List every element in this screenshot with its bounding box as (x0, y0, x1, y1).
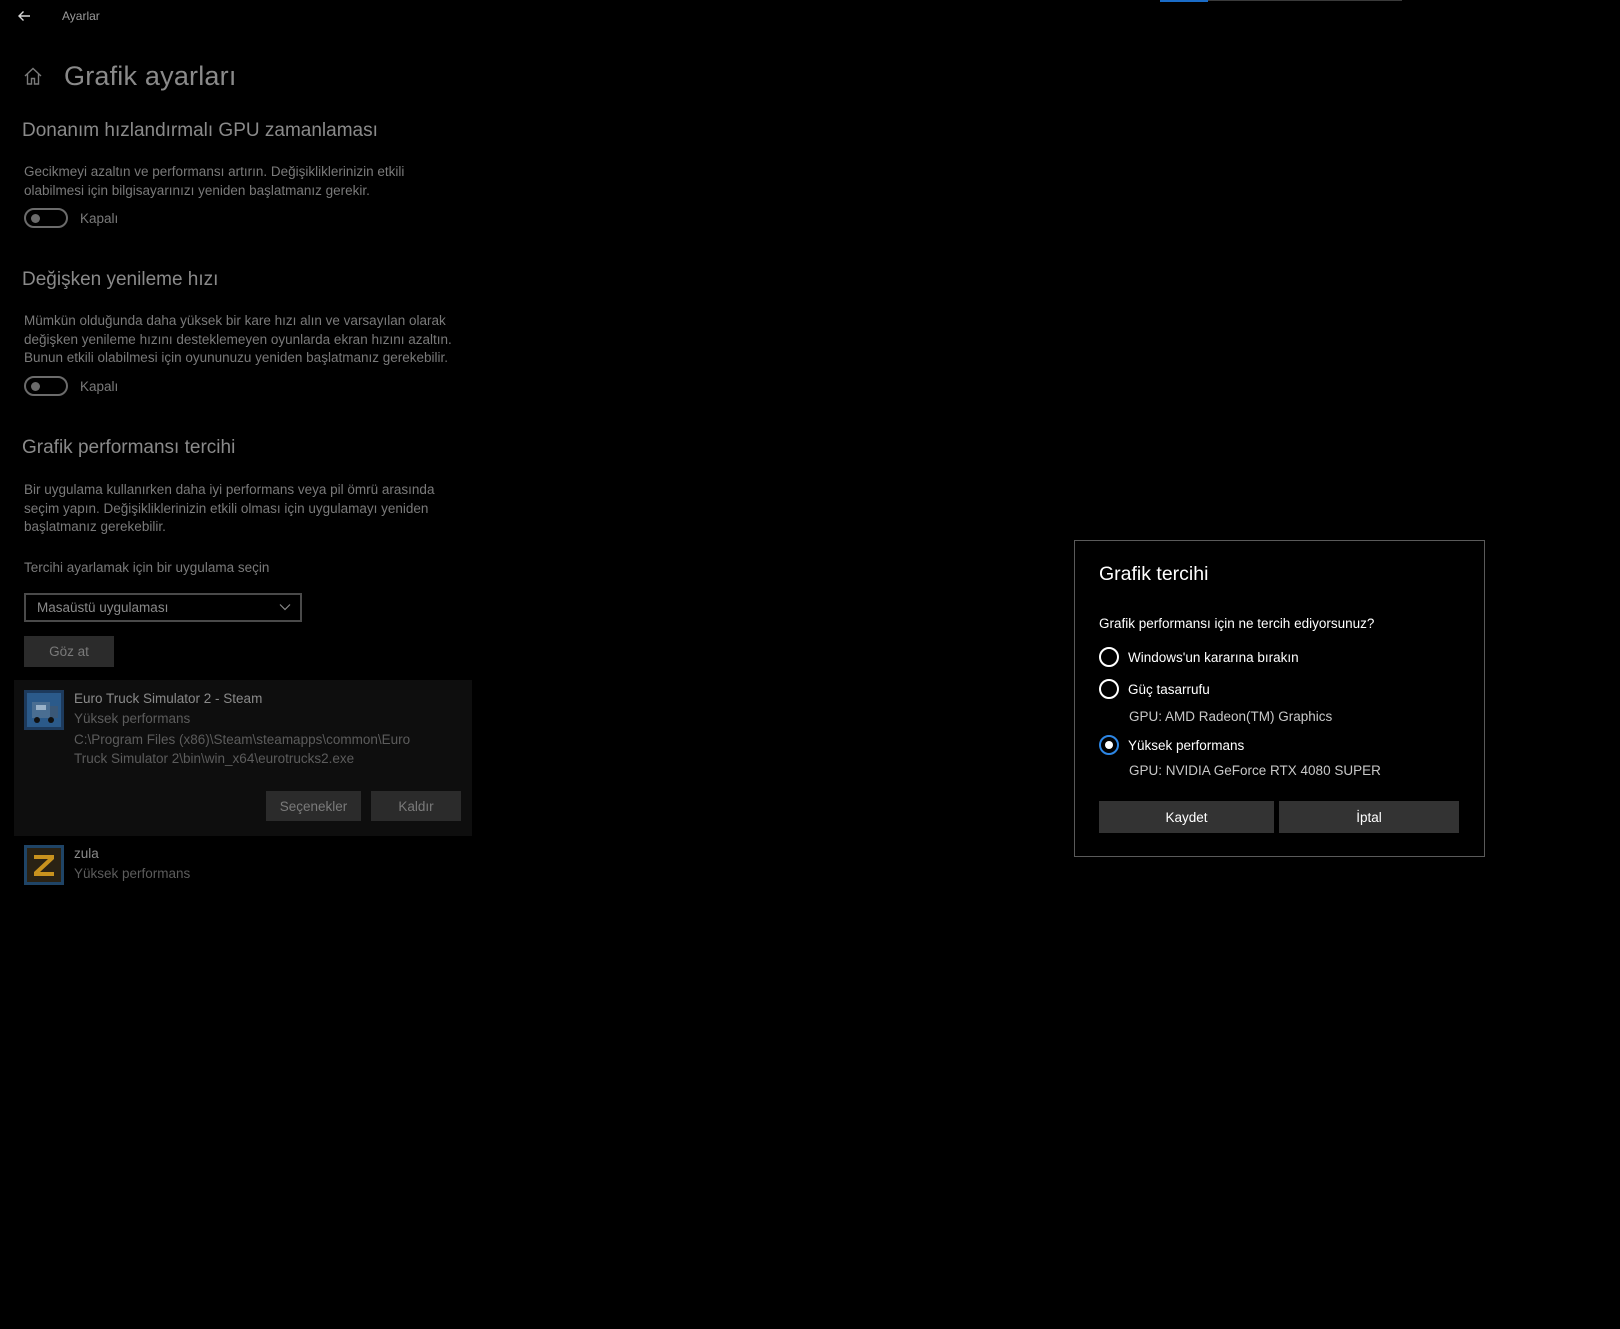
radio-let-windows-decide[interactable]: Windows'un kararına bırakın (1099, 647, 1299, 667)
variable-refresh-title: Değişken yenileme hızı (22, 269, 219, 290)
app-preference: Yüksek performans (74, 711, 191, 726)
app-path: C:\Program Files (x86)\Steam\steamapps\c… (74, 732, 411, 766)
top-divider (1208, 0, 1402, 1)
gpu-scheduling-toggle[interactable] (24, 208, 68, 228)
gpu-scheduling-title: Donanım hızlandırmalı GPU zamanlaması (22, 120, 378, 141)
gpu-scheduling-toggle-row: Kapalı (24, 208, 118, 228)
chevron-down-icon (279, 604, 291, 611)
app-card-eurotruck[interactable]: Euro Truck Simulator 2 - Steam Yüksek pe… (14, 680, 472, 836)
gpu-scheduling-toggle-label: Kapalı (80, 210, 119, 226)
graphics-preference-dialog: Grafik tercihi Grafik performansı için n… (1074, 540, 1485, 857)
high-performance-gpu: GPU: NVIDIA GeForce RTX 4080 SUPER (1129, 763, 1381, 778)
browse-button[interactable]: Göz at (24, 636, 114, 667)
dialog-question: Grafik performansı için ne tercih ediyor… (1099, 616, 1375, 631)
app-item-zula[interactable]: zula Yüksek performans (14, 840, 472, 890)
power-saving-gpu: GPU: AMD Radeon(TM) Graphics (1129, 709, 1333, 724)
toggle-knob (31, 382, 40, 391)
app-select-label: Tercihi ayarlamak için bir uygulama seçi… (24, 560, 270, 575)
dialog-title: Grafik tercihi (1099, 563, 1209, 585)
radio-high-performance[interactable]: Yüksek performans (1099, 735, 1244, 755)
save-button[interactable]: Kaydet (1099, 801, 1274, 833)
euro-truck-app-icon (24, 690, 64, 730)
toggle-knob (31, 214, 40, 223)
app-type-select[interactable]: Masaüstü uygulaması (24, 593, 302, 622)
graphics-preference-description: Bir uygulama kullanırken daha iyi perfor… (24, 482, 435, 534)
back-button[interactable] (10, 4, 38, 28)
top-accent-bar (1160, 0, 1208, 2)
page-header: Grafik ayarları (22, 56, 237, 96)
settings-window: Ayarlar Grafik ayarları Donanım hızlandı… (0, 0, 1620, 1329)
graphics-preference-title: Grafik performansı tercihi (22, 437, 236, 458)
remove-button[interactable]: Kaldır (371, 791, 461, 821)
radio-power-saving[interactable]: Güç tasarrufu (1099, 679, 1210, 699)
radio-button-checked[interactable] (1099, 735, 1119, 755)
variable-refresh-toggle-label: Kapalı (80, 378, 119, 394)
radio-button[interactable] (1099, 647, 1119, 667)
variable-refresh-description: Mümkün olduğunda daha yüksek bir kare hı… (24, 313, 452, 365)
variable-refresh-toggle[interactable] (24, 376, 68, 396)
radio-label: Güç tasarrufu (1128, 681, 1210, 697)
title-bar: Ayarlar (0, 0, 1620, 32)
page-title: Grafik ayarları (64, 60, 237, 91)
home-icon[interactable] (22, 65, 44, 87)
radio-button[interactable] (1099, 679, 1119, 699)
radio-label: Windows'un kararına bırakın (1128, 649, 1299, 665)
radio-label: Yüksek performans (1128, 737, 1245, 753)
options-button[interactable]: Seçenekler (266, 791, 361, 821)
variable-refresh-toggle-row: Kapalı (24, 376, 118, 396)
app-type-select-value: Masaüstü uygulaması (37, 600, 169, 615)
app-name: zula (74, 846, 99, 861)
gpu-scheduling-description: Gecikmeyi azaltın ve performansı artırın… (24, 164, 405, 198)
arrow-left-icon (18, 11, 30, 21)
app-name: Euro Truck Simulator 2 - Steam (74, 691, 263, 706)
app-title: Ayarlar (62, 9, 100, 23)
cancel-button[interactable]: İptal (1279, 801, 1459, 833)
app-preference: Yüksek performans (74, 866, 191, 881)
zula-app-icon (24, 845, 64, 885)
